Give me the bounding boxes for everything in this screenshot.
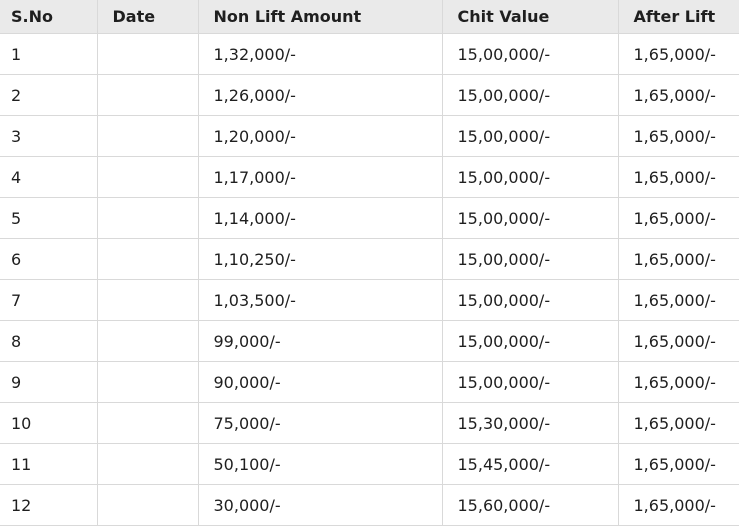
non-lift-amount-cell: 50,100/- [197, 443, 443, 485]
non-lift-amount-cell: 1,10,250/- [197, 238, 443, 280]
date-cell [96, 238, 199, 280]
non-lift-amount-cell: 90,000/- [197, 361, 443, 403]
sno-cell: 3 [0, 115, 98, 157]
sno-cell: 6 [0, 238, 98, 280]
date-cell [96, 115, 199, 157]
after-lift-cell: 1,65,000/- [617, 402, 739, 444]
sno-cell: 11 [0, 443, 98, 485]
chit-value-cell: 15,00,000/- [441, 238, 619, 280]
header-sno: S.No [0, 0, 98, 34]
non-lift-amount-cell: 1,03,500/- [197, 279, 443, 321]
table-row: 9 90,000/- 15,00,000/- 1,65,000/- [0, 361, 739, 403]
date-cell [96, 443, 199, 485]
chit-value-cell: 15,00,000/- [441, 197, 619, 239]
chit-value-cell: 15,00,000/- [441, 74, 619, 116]
sno-cell: 10 [0, 402, 98, 444]
non-lift-amount-cell: 1,26,000/- [197, 74, 443, 116]
non-lift-amount-cell: 1,17,000/- [197, 156, 443, 198]
after-lift-cell: 1,65,000/- [617, 320, 739, 362]
sno-cell: 12 [0, 484, 98, 526]
date-cell [96, 156, 199, 198]
table-row: 8 99,000/- 15,00,000/- 1,65,000/- [0, 320, 739, 362]
sno-cell: 1 [0, 33, 98, 75]
table-row: 4 1,17,000/- 15,00,000/- 1,65,000/- [0, 156, 739, 198]
date-cell [96, 74, 199, 116]
after-lift-cell: 1,65,000/- [617, 74, 739, 116]
table-row: 11 50,100/- 15,45,000/- 1,65,000/- [0, 443, 739, 485]
after-lift-cell: 1,65,000/- [617, 33, 739, 75]
chit-value-cell: 15,00,000/- [441, 320, 619, 362]
table-header: S.No Date Non Lift Amount Chit Value Aft… [0, 0, 739, 34]
table-row: 7 1,03,500/- 15,00,000/- 1,65,000/- [0, 279, 739, 321]
non-lift-amount-cell: 75,000/- [197, 402, 443, 444]
header-non-lift-amount: Non Lift Amount [197, 0, 443, 34]
sno-cell: 8 [0, 320, 98, 362]
non-lift-amount-cell: 1,20,000/- [197, 115, 443, 157]
sno-cell: 5 [0, 197, 98, 239]
chit-value-cell: 15,00,000/- [441, 361, 619, 403]
after-lift-cell: 1,65,000/- [617, 279, 739, 321]
after-lift-cell: 1,65,000/- [617, 115, 739, 157]
header-row: S.No Date Non Lift Amount Chit Value Aft… [0, 0, 739, 34]
after-lift-cell: 1,65,000/- [617, 484, 739, 526]
date-cell [96, 402, 199, 444]
sno-cell: 9 [0, 361, 98, 403]
sno-cell: 2 [0, 74, 98, 116]
table-row: 10 75,000/- 15,30,000/- 1,65,000/- [0, 402, 739, 444]
chit-value-cell: 15,60,000/- [441, 484, 619, 526]
after-lift-cell: 1,65,000/- [617, 156, 739, 198]
chit-value-cell: 15,00,000/- [441, 33, 619, 75]
chit-value-cell: 15,00,000/- [441, 279, 619, 321]
table-row: 3 1,20,000/- 15,00,000/- 1,65,000/- [0, 115, 739, 157]
table-row: 2 1,26,000/- 15,00,000/- 1,65,000/- [0, 74, 739, 116]
table-body: 1 1,32,000/- 15,00,000/- 1,65,000/- 2 1,26,00… [0, 33, 739, 526]
table-row: 12 30,000/- 15,60,000/- 1,65,000/- [0, 484, 739, 526]
after-lift-cell: 1,65,000/- [617, 197, 739, 239]
sno-cell: 7 [0, 279, 98, 321]
chit-value-cell: 15,00,000/- [441, 115, 619, 157]
table-row: 5 1,14,000/- 15,00,000/- 1,65,000/- [0, 197, 739, 239]
non-lift-amount-cell: 30,000/- [197, 484, 443, 526]
chit-value-cell: 15,45,000/- [441, 443, 619, 485]
after-lift-cell: 1,65,000/- [617, 443, 739, 485]
date-cell [96, 279, 199, 321]
chit-value-cell: 15,00,000/- [441, 156, 619, 198]
non-lift-amount-cell: 99,000/- [197, 320, 443, 362]
table-row: 1 1,32,000/- 15,00,000/- 1,65,000/- [0, 33, 739, 75]
date-cell [96, 197, 199, 239]
header-after-lift: After Lift [617, 0, 739, 34]
after-lift-cell: 1,65,000/- [617, 361, 739, 403]
table-row: 6 1,10,250/- 15,00,000/- 1,65,000/- [0, 238, 739, 280]
chit-value-cell: 15,30,000/- [441, 402, 619, 444]
after-lift-cell: 1,65,000/- [617, 238, 739, 280]
non-lift-amount-cell: 1,32,000/- [197, 33, 443, 75]
header-chit-value: Chit Value [441, 0, 619, 34]
date-cell [96, 320, 199, 362]
date-cell [96, 361, 199, 403]
date-cell [96, 484, 199, 526]
header-date: Date [96, 0, 199, 34]
date-cell [96, 33, 199, 75]
chit-table: S.No Date Non Lift Amount Chit Value Aft… [0, 0, 739, 526]
sno-cell: 4 [0, 156, 98, 198]
non-lift-amount-cell: 1,14,000/- [197, 197, 443, 239]
